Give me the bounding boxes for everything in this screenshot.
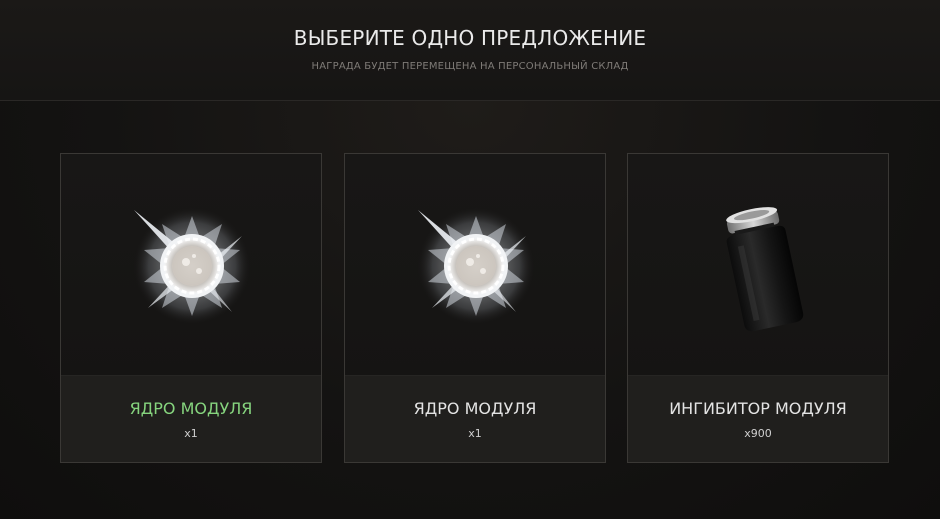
page-title: ВЫБЕРИТЕ ОДНО ПРЕДЛОЖЕНИЕ (293, 26, 647, 50)
offer-quantity: x1 (468, 427, 482, 440)
offer-card-module-core-2[interactable]: ЯДРО МОДУЛЯ x1 (344, 153, 606, 463)
offer-card-module-core-1[interactable]: ЯДРО МОДУЛЯ x1 (60, 153, 322, 463)
offer-card-module-inhibitor[interactable]: ИНГИБИТОР МОДУЛЯ x900 (627, 153, 889, 463)
offer-name: ИНГИБИТОР МОДУЛЯ (669, 399, 847, 418)
offer-card-footer: ИНГИБИТОР МОДУЛЯ x900 (628, 375, 888, 462)
module-core-icon (61, 154, 321, 378)
offer-quantity: x1 (184, 427, 198, 440)
page-subtitle: НАГРАДА БУДЕТ ПЕРЕМЕЩЕНА НА ПЕРСОНАЛЬНЫЙ… (311, 61, 629, 72)
offer-header: ВЫБЕРИТЕ ОДНО ПРЕДЛОЖЕНИЕ НАГРАДА БУДЕТ … (0, 0, 940, 101)
offer-card-footer: ЯДРО МОДУЛЯ x1 (61, 375, 321, 462)
offer-name: ЯДРО МОДУЛЯ (129, 399, 253, 418)
offer-quantity: x900 (744, 427, 772, 440)
offer-card-footer: ЯДРО МОДУЛЯ x1 (345, 375, 605, 462)
module-core-icon (345, 154, 605, 378)
offer-list: ЯДРО МОДУЛЯ x1 ЯДРО МОДУЛЯ x1 ИНГИБИТОР … (60, 153, 890, 465)
offer-name: ЯДРО МОДУЛЯ (413, 399, 537, 418)
inhibitor-vial-icon (628, 154, 888, 378)
